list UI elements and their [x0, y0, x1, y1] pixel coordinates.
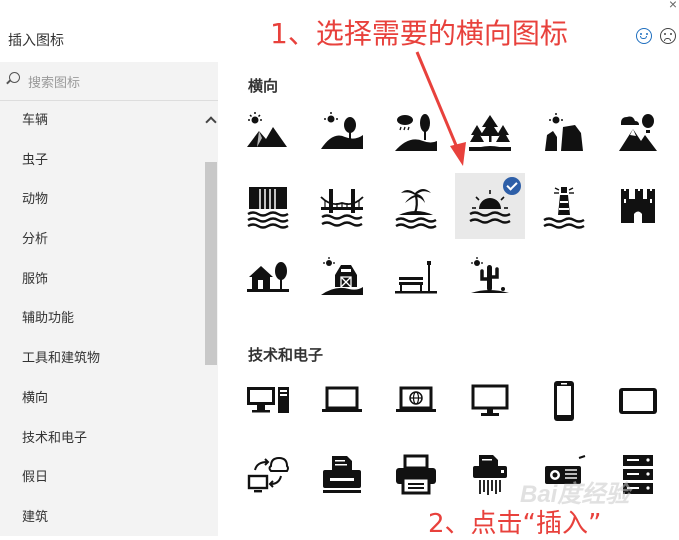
mountain-sun-icon[interactable]	[233, 101, 303, 167]
category-item[interactable]: 服饰	[0, 259, 204, 299]
category-item[interactable]: 工具和建筑物	[0, 338, 204, 378]
mountain-balloon-icon[interactable]	[603, 101, 673, 167]
category-item[interactable]: 建筑	[0, 497, 204, 537]
search-input[interactable]	[26, 70, 210, 94]
desert-cactus-icon[interactable]	[455, 245, 525, 311]
printer-icon[interactable]	[307, 442, 377, 508]
close-button[interactable]: ×	[669, 0, 677, 12]
selected-check-icon	[503, 177, 521, 195]
bridge-icon[interactable]	[307, 173, 377, 239]
annotation-step2: 2、点击“插入”	[428, 509, 602, 539]
scrollbar-thumb[interactable]	[205, 162, 217, 365]
desktop-tower-icon[interactable]	[233, 368, 303, 434]
laptop-icon[interactable]	[307, 368, 377, 434]
annotation-step1: 1、选择需要的横向图标	[270, 17, 568, 50]
category-item[interactable]: 虫子	[0, 140, 204, 180]
lighthouse-icon[interactable]	[529, 173, 599, 239]
network-sync-icon[interactable]	[233, 442, 303, 508]
hill-tree-icon[interactable]	[307, 101, 377, 167]
category-item[interactable]: 辅助功能	[0, 298, 204, 338]
smile-icon[interactable]	[636, 28, 652, 44]
tablet-icon[interactable]	[603, 368, 673, 434]
laptop-globe-icon[interactable]	[381, 368, 451, 434]
category-item[interactable]: 车辆	[0, 100, 204, 140]
phone-icon[interactable]	[529, 368, 599, 434]
section-title-tech: 技术和电子	[248, 347, 324, 364]
printer-alt-icon[interactable]	[381, 442, 451, 508]
category-item[interactable]: 假日	[0, 457, 204, 497]
park-bench-icon[interactable]	[381, 245, 451, 311]
category-sidebar: 车辆 虫子 动物 分析 服饰 辅助功能 工具和建筑物 横向 技术和电子 假日 建…	[0, 62, 218, 536]
shredder-icon[interactable]	[455, 442, 525, 508]
search-box	[0, 62, 218, 101]
barn-icon[interactable]	[307, 245, 377, 311]
dialog-title: 插入图标	[8, 32, 64, 48]
castle-icon[interactable]	[603, 173, 673, 239]
pine-forest-icon[interactable]	[455, 101, 525, 167]
rain-forest-icon[interactable]	[381, 101, 451, 167]
category-item[interactable]: 技术和电子	[0, 418, 204, 458]
frown-icon[interactable]	[660, 28, 676, 44]
category-list: 车辆 虫子 动物 分析 服饰 辅助功能 工具和建筑物 横向 技术和电子 假日 建…	[0, 100, 204, 537]
search-icon	[9, 72, 20, 83]
house-tree-icon[interactable]	[233, 245, 303, 311]
icon-gallery: 横向 技术和电子	[219, 62, 679, 536]
canyon-icon[interactable]	[529, 101, 599, 167]
category-item[interactable]: 分析	[0, 219, 204, 259]
sunset-water-icon[interactable]	[455, 173, 525, 239]
category-item[interactable]: 横向	[0, 378, 204, 418]
island-palm-icon[interactable]	[381, 173, 451, 239]
category-item[interactable]: 动物	[0, 179, 204, 219]
monitor-icon[interactable]	[455, 368, 525, 434]
waterfall-icon[interactable]	[233, 173, 303, 239]
scroll-up-chevron-icon[interactable]	[205, 115, 215, 125]
section-title-landscape: 横向	[248, 78, 279, 95]
